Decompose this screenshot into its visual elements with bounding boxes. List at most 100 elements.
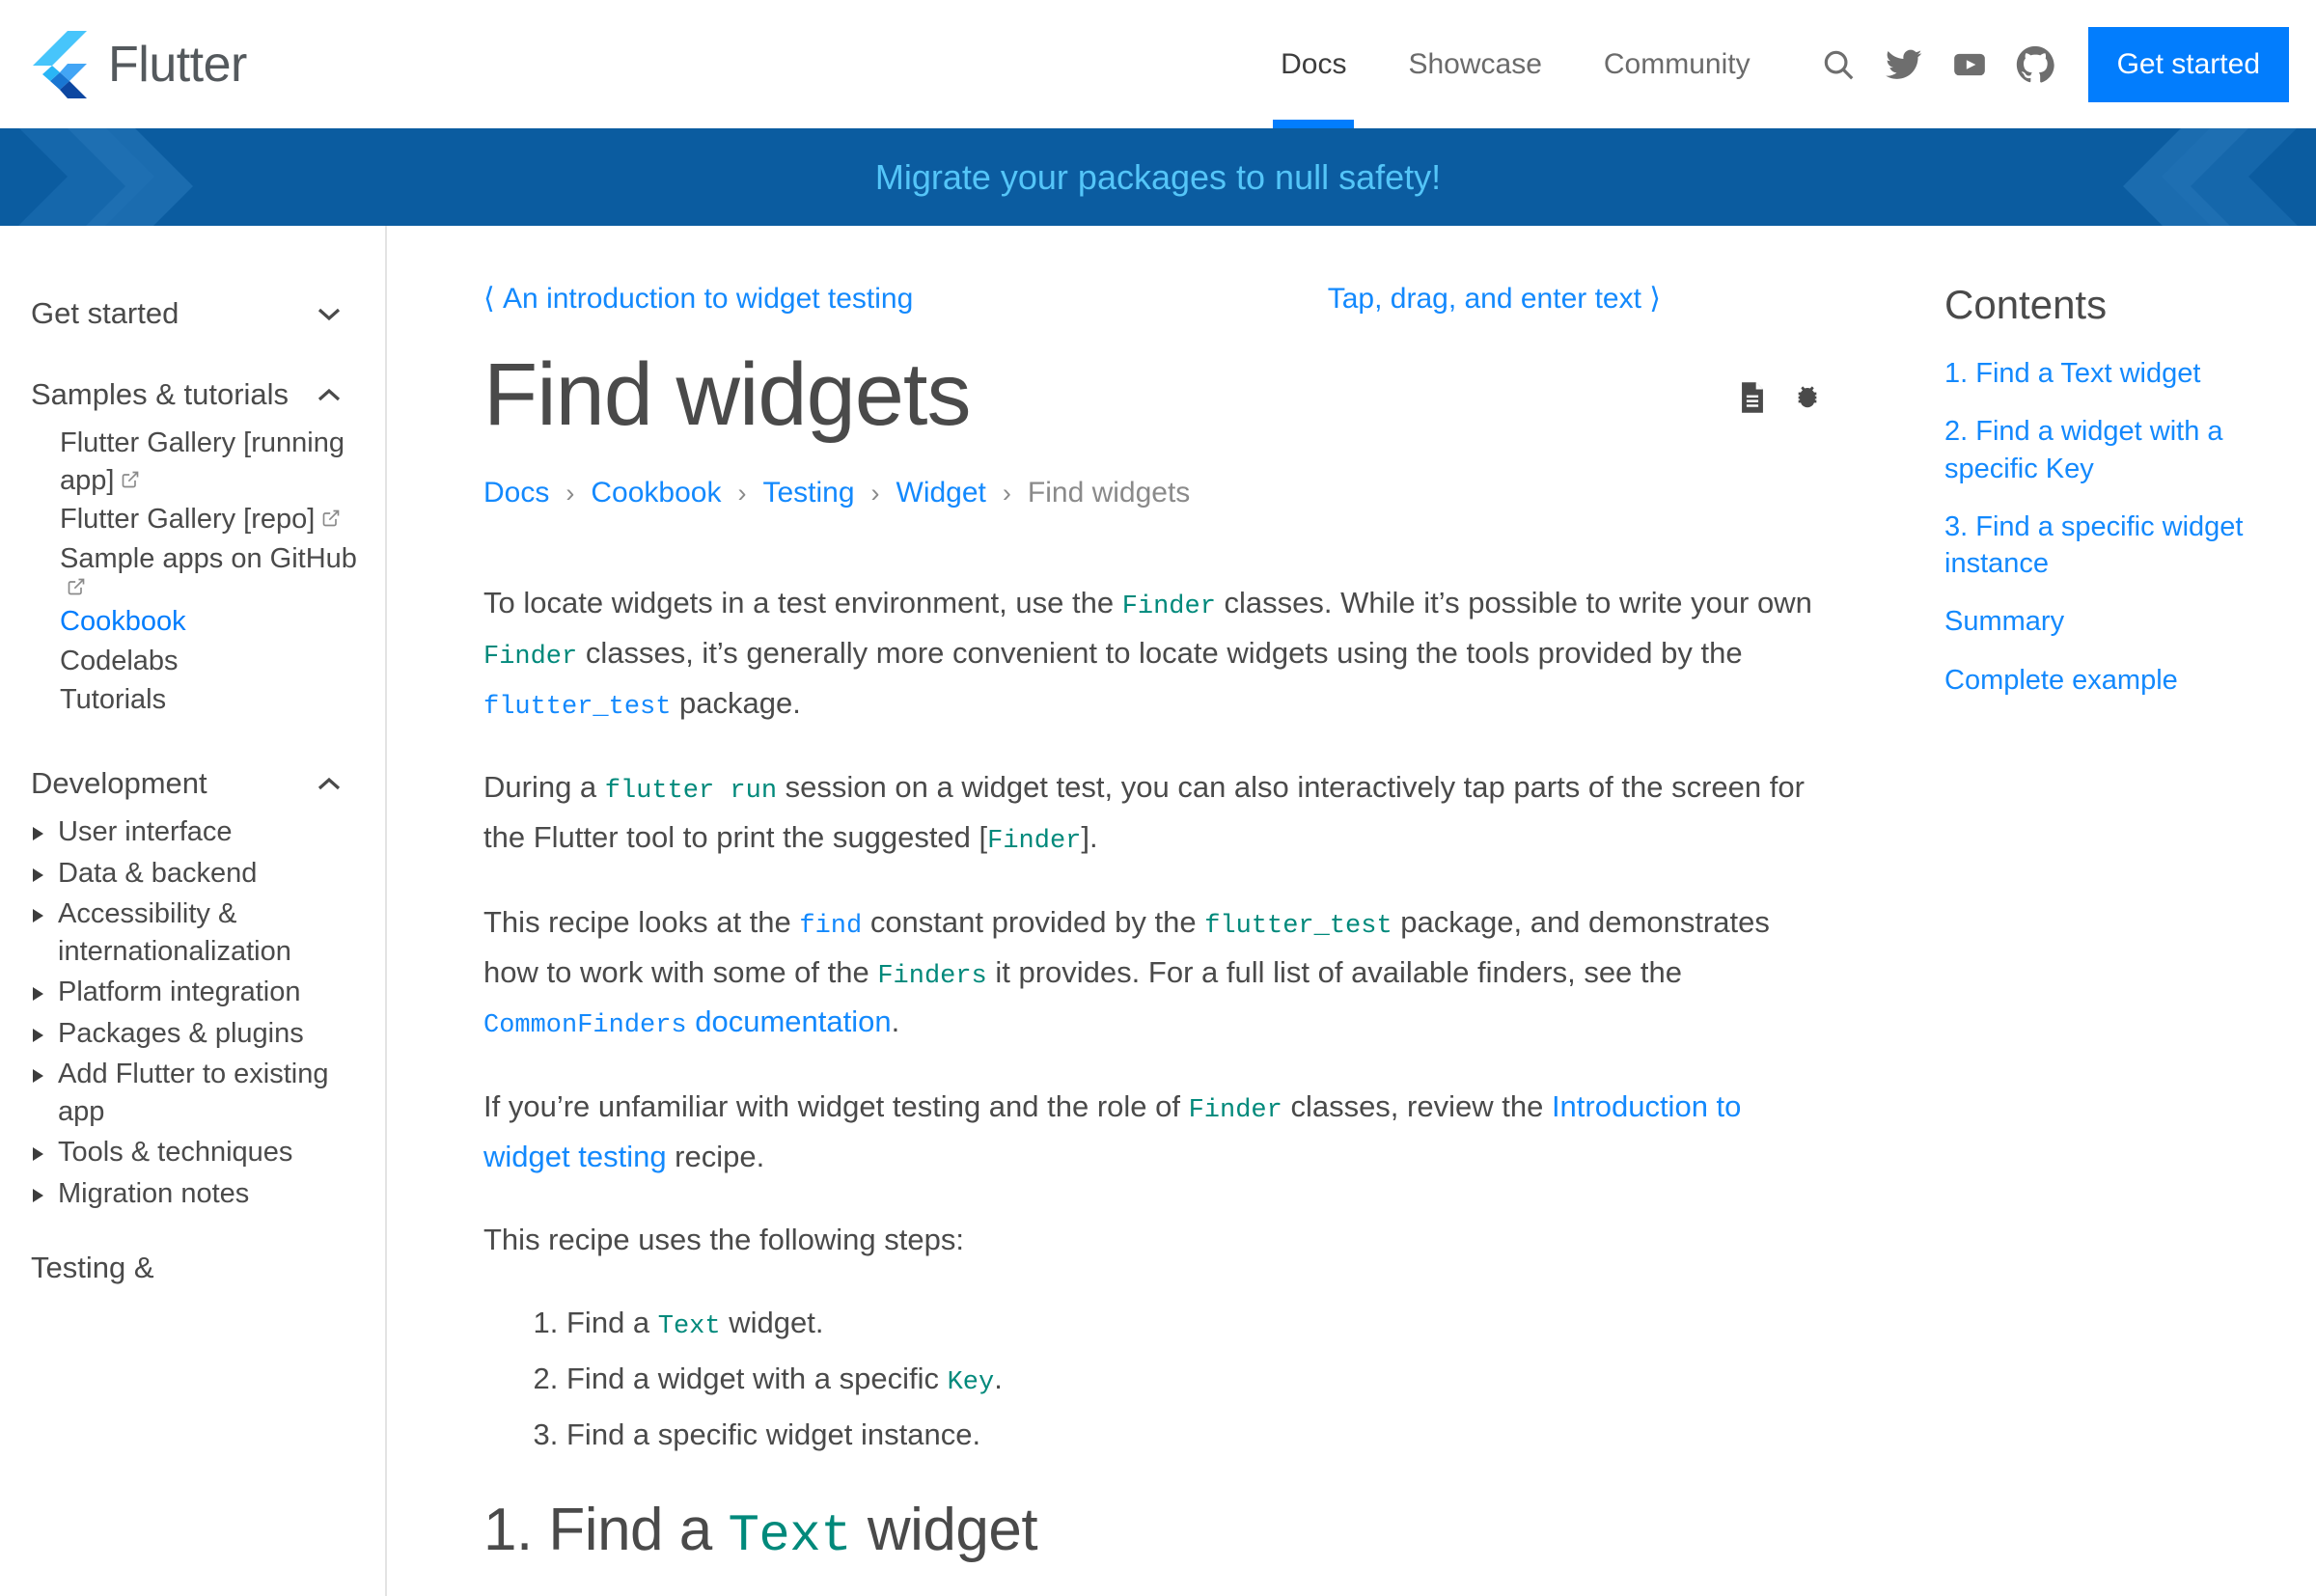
sidebar-item-packages-plugins[interactable]: Packages & plugins (0, 1015, 385, 1053)
breadcrumb-separator: › (565, 478, 575, 508)
sidebar-item-sample-apps-on-github[interactable]: Sample apps on GitHub (0, 540, 385, 602)
prev-page-link[interactable]: ⟨ An introduction to widget testing (483, 282, 913, 316)
paragraph-4: If you’re unfamiliar with widget testing… (483, 1083, 1815, 1181)
sidebar-section-label: Samples & tutorials (31, 377, 290, 411)
sidebar-item-flutter-gallery-running-app[interactable]: Flutter Gallery [running app] (0, 425, 385, 499)
breadcrumb-separator: › (1002, 478, 1011, 508)
inline-code-finder: Finder (1121, 592, 1216, 622)
inline-code-finder: Finder (483, 642, 578, 672)
sidebar-item-platform-integration[interactable]: Platform integration (0, 974, 385, 1011)
search-icon[interactable] (1810, 37, 1866, 93)
sidebar-item-add-flutter-to-existing-app[interactable]: Add Flutter to existing app (0, 1056, 385, 1130)
text-run: package. (671, 685, 801, 720)
sidebar-item-migration-notes[interactable]: Migration notes (0, 1175, 385, 1213)
sidebar-item-codelabs[interactable]: Codelabs (0, 643, 385, 680)
sidebar-section-label: Testing & (31, 1250, 154, 1284)
triangle-right-icon (31, 825, 44, 842)
list-item: Find a widget with a specific Key. (566, 1355, 1815, 1405)
bug-report-icon[interactable] (1792, 381, 1825, 414)
breadcrumb-item-cookbook[interactable]: Cookbook (591, 477, 721, 509)
twitter-icon[interactable] (1876, 37, 1932, 93)
page-source-icon[interactable] (1738, 381, 1771, 414)
sidebar-item-label: User interface (58, 815, 233, 847)
get-started-button[interactable]: Get started (2087, 26, 2289, 102)
text-run: 1. Find a (483, 1496, 729, 1563)
triangle-right-icon (31, 907, 44, 924)
breadcrumb-item-testing[interactable]: Testing (762, 477, 854, 509)
chevron-up-icon (317, 776, 342, 791)
sidebar-section-get-started[interactable]: Get started (0, 284, 385, 344)
triangle-right-icon (31, 1067, 44, 1085)
inline-code-find[interactable]: find (799, 912, 862, 941)
sidebar-item-user-interface[interactable]: User interface (0, 813, 385, 851)
inline-code-flutter-run: flutter run (604, 777, 778, 807)
toc-item-2[interactable]: 2. Find a widget with a specific Key (1944, 413, 2277, 487)
toc-item-summary[interactable]: Summary (1944, 603, 2277, 640)
site-header: Flutter Docs Showcase Community Get star… (0, 0, 2316, 128)
sidebar-item-tools-techniques[interactable]: Tools & techniques (0, 1134, 385, 1171)
sidebar-item-label[interactable]: Codelabs (60, 646, 179, 676)
common-finders-documentation-link[interactable]: CommonFinders documentation (483, 1004, 892, 1040)
breadcrumb-item-docs[interactable]: Docs (483, 477, 549, 509)
brand-home-link[interactable]: Flutter (33, 30, 247, 98)
banner-link[interactable]: Migrate your packages to null safety! (875, 157, 1441, 198)
paragraph-2: During a flutter run session on a widget… (483, 763, 1815, 863)
sidebar-item-label: Packages & plugins (58, 1017, 304, 1049)
nav-item-showcase[interactable]: Showcase (1377, 0, 1572, 128)
sidebar-section-samples-tutorials[interactable]: Samples & tutorials (0, 365, 385, 425)
table-of-contents: Contents 1. Find a Text widget 2. Find a… (1911, 226, 2316, 1596)
inline-code-key: Key (947, 1367, 995, 1397)
paragraph-1: To locate widgets in a test environment,… (483, 579, 1815, 729)
steps-list: Find a Text widget. Find a widget with a… (483, 1299, 1815, 1459)
breadcrumb-current: Find widgets (1027, 477, 1191, 509)
sidebar-item-tutorials[interactable]: Tutorials (0, 681, 385, 719)
text-run: If you’re unfamiliar with widget testing… (483, 1089, 1189, 1124)
page-body: Get started Samples & tutorials Flutter … (0, 226, 2316, 1596)
sidebar-item-label: Accessibility & internationalization (58, 898, 291, 967)
inline-code-finder: Finder (1188, 1096, 1282, 1126)
sidebar-item-label: Add Flutter to existing app (58, 1059, 329, 1127)
inline-code-text: Text (728, 1506, 852, 1566)
nav-item-community[interactable]: Community (1573, 0, 1781, 128)
page-navigation: ⟨ An introduction to widget testing Tap,… (483, 282, 1854, 316)
breadcrumb-separator: › (870, 478, 880, 508)
text-run: widget (851, 1496, 1038, 1563)
text-run: During a (483, 770, 605, 805)
external-link-icon (67, 577, 86, 596)
sidebar-item-data-backend[interactable]: Data & backend (0, 855, 385, 893)
sidebar-item-label[interactable]: Flutter Gallery [repo] (60, 504, 315, 535)
breadcrumb-item-widget[interactable]: Widget (896, 477, 986, 509)
text-run: This recipe looks at the (483, 904, 800, 939)
text-run: To locate widgets in a test environment,… (483, 586, 1122, 620)
nav-item-docs[interactable]: Docs (1250, 0, 1377, 128)
left-sidebar: Get started Samples & tutorials Flutter … (0, 226, 387, 1596)
sidebar-item-label[interactable]: Sample apps on GitHub (60, 543, 357, 574)
sidebar-item-label[interactable]: Tutorials (60, 684, 166, 715)
inline-code-flutter-test[interactable]: flutter_test (483, 693, 671, 722)
toc-item-1[interactable]: 1. Find a Text widget (1944, 355, 2277, 392)
breadcrumb: Docs › Cookbook › Testing › Widget › Fin… (483, 477, 1854, 509)
sidebar-item-flutter-gallery-repo[interactable]: Flutter Gallery [repo] (0, 501, 385, 538)
toc-item-3[interactable]: 3. Find a specific widget instance (1944, 509, 2277, 583)
sidebar-item-cookbook[interactable]: Cookbook (0, 603, 385, 641)
sidebar-section-testing[interactable]: Testing & (0, 1238, 385, 1298)
announcement-banner: Migrate your packages to null safety! (0, 128, 2316, 226)
triangle-right-icon (31, 1027, 44, 1044)
page-title: Find widgets (483, 345, 971, 444)
triangle-right-icon (31, 867, 44, 884)
next-page-link[interactable]: Tap, drag, and enter text ⟩ (1328, 282, 1661, 316)
sidebar-item-label[interactable]: Cookbook (60, 606, 186, 637)
text-run: it provides. For a full list of availabl… (986, 954, 1683, 989)
text-run: . (994, 1361, 1003, 1395)
github-icon[interactable] (2007, 37, 2063, 93)
paragraph-3: This recipe looks at the find constant p… (483, 898, 1815, 1048)
sidebar-section-development[interactable]: Development (0, 754, 385, 813)
breadcrumb-separator: › (737, 478, 747, 508)
toc-item-complete-example[interactable]: Complete example (1944, 662, 2277, 699)
external-link-icon (321, 509, 341, 528)
sidebar-item-label[interactable]: Flutter Gallery [running app] (60, 427, 345, 496)
list-item: Find a Text widget. (566, 1299, 1815, 1349)
youtube-icon[interactable] (1942, 37, 1998, 93)
sidebar-item-accessibility-internationalization[interactable]: Accessibility & internationalization (0, 895, 385, 970)
list-item: Find a specific widget instance. (566, 1411, 1815, 1459)
